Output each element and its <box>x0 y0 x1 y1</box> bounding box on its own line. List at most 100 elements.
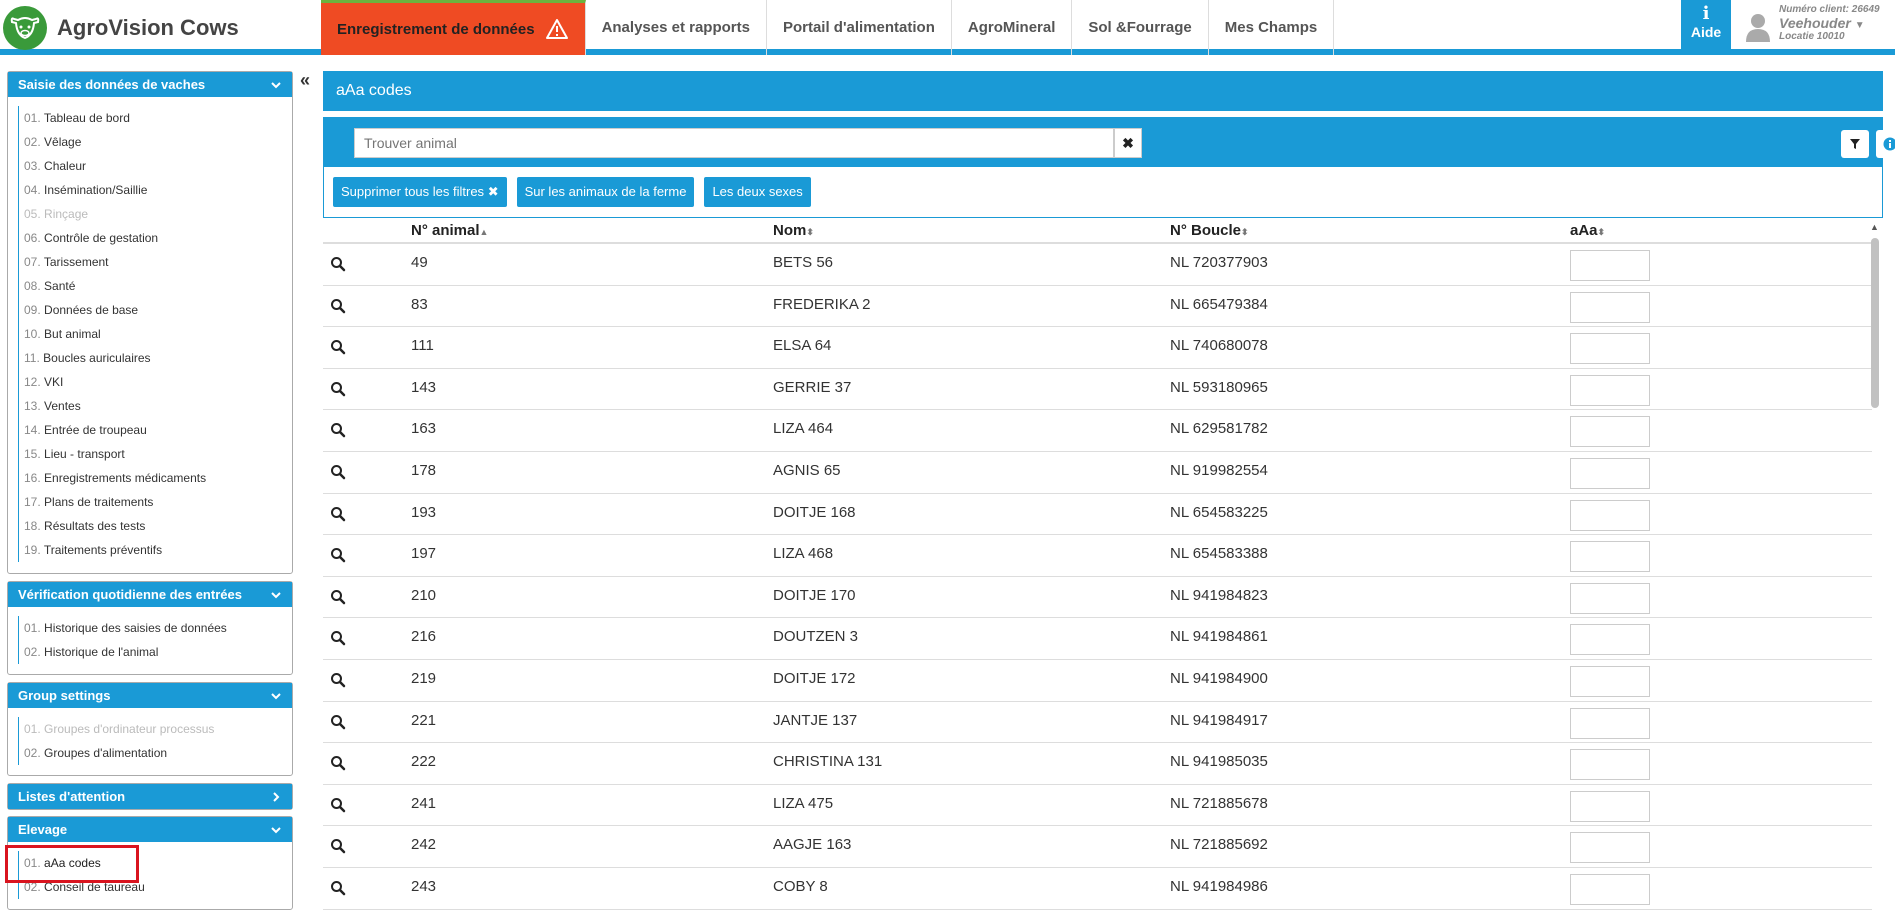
panel-header[interactable]: Elevage <box>8 817 292 842</box>
app-logo[interactable]: AgroVision Cows <box>0 0 239 55</box>
nav-item-feeding-portal[interactable]: Portail d'alimentation <box>767 0 952 55</box>
cell-animal-number: 143 <box>411 378 437 396</box>
panel-header[interactable]: Listes d'attention <box>8 784 292 809</box>
aaa-input[interactable] <box>1570 749 1650 781</box>
table-scrollbar[interactable]: ▲ <box>1868 220 1880 910</box>
magnifier-icon[interactable] <box>330 506 346 522</box>
magnifier-icon[interactable] <box>330 547 346 563</box>
user-menu[interactable]: Numéro client: 26649 Veehouder ▼ Locatie… <box>1745 4 1880 42</box>
sidebar-item[interactable]: 19. Traitements préventifs <box>24 538 292 562</box>
sidebar-item-number: 03. <box>24 159 41 173</box>
sidebar-item[interactable]: 01. Tableau de bord <box>24 106 292 130</box>
cell-tag-number: NL 941984986 <box>1170 877 1268 895</box>
scroll-thumb[interactable] <box>1871 238 1879 408</box>
panel-header[interactable]: Group settings <box>8 683 292 708</box>
table-row: 243 COBY 8 NL 941984986 <box>323 868 1872 910</box>
both-sexes-filter-button[interactable]: Les deux sexes <box>704 177 811 207</box>
cell-name: FREDERIKA 2 <box>773 295 871 313</box>
column-label: Nom <box>773 222 807 239</box>
sidebar-item[interactable]: 13. Ventes <box>24 394 292 418</box>
column-header-animal-number[interactable]: N° animal▲ <box>411 222 488 239</box>
panel-header[interactable]: Vérification quotidienne des entrées <box>8 582 292 607</box>
magnifier-icon[interactable] <box>330 298 346 314</box>
magnifier-icon[interactable] <box>330 464 346 480</box>
aaa-input[interactable] <box>1570 250 1650 281</box>
info-button[interactable] <box>1876 130 1895 158</box>
column-label: aAa <box>1570 222 1598 239</box>
column-header-tag-number[interactable]: N° Boucle⬍ <box>1170 222 1249 239</box>
search-input[interactable] <box>354 128 1114 158</box>
aaa-input[interactable] <box>1570 582 1650 614</box>
nav-item-agromineral[interactable]: AgroMineral <box>952 0 1073 55</box>
aaa-input[interactable] <box>1570 624 1650 656</box>
sidebar-item[interactable]: 01. Historique des saisies de données <box>24 616 292 640</box>
clear-filters-button[interactable]: Supprimer tous les filtres ✖ <box>333 177 507 207</box>
cell-tag-number: NL 941984861 <box>1170 628 1268 646</box>
panel-header[interactable]: Saisie des données de vaches <box>8 72 292 97</box>
aaa-input[interactable] <box>1570 873 1650 905</box>
sidebar-item[interactable]: 07. Tarissement <box>24 250 292 274</box>
caret-down-icon: ▼ <box>1854 20 1865 31</box>
aaa-input[interactable] <box>1570 790 1650 822</box>
sidebar-item[interactable]: 12. VKI <box>24 370 292 394</box>
sidebar-item[interactable]: 02. Groupes d'alimentation <box>24 741 292 765</box>
magnifier-icon[interactable] <box>330 797 346 813</box>
nav-item-analyses[interactable]: Analyses et rapports <box>586 0 767 55</box>
nav-item-soil-forage[interactable]: Sol &Fourrage <box>1072 0 1209 55</box>
magnifier-icon[interactable] <box>330 339 346 355</box>
sidebar-item[interactable]: 10. But animal <box>24 322 292 346</box>
aaa-input[interactable] <box>1570 499 1650 531</box>
cell-tag-number: NL 654583225 <box>1170 503 1268 521</box>
aaa-input[interactable] <box>1570 541 1650 573</box>
sidebar-item[interactable]: 02. Historique de l'animal <box>24 640 292 664</box>
sidebar-item[interactable]: 02. Vêlage <box>24 130 292 154</box>
magnifier-icon[interactable] <box>330 589 346 605</box>
magnifier-icon[interactable] <box>330 630 346 646</box>
aaa-input[interactable] <box>1570 457 1650 489</box>
close-icon: ✖ <box>487 184 499 199</box>
magnifier-icon[interactable] <box>330 381 346 397</box>
column-header-name[interactable]: Nom⬍ <box>773 222 814 239</box>
aaa-input[interactable] <box>1570 832 1650 864</box>
magnifier-icon[interactable] <box>330 755 346 771</box>
scroll-up-icon[interactable]: ▲ <box>1870 222 1879 232</box>
aaa-input[interactable] <box>1570 333 1650 365</box>
magnifier-icon[interactable] <box>330 838 346 854</box>
sidebar-item[interactable]: 11. Boucles auriculaires <box>24 346 292 370</box>
cell-name: LIZA 464 <box>773 420 834 438</box>
sidebar-item[interactable]: 14. Entrée de troupeau <box>24 418 292 442</box>
nav-item-data-entry[interactable]: Enregistrement de données <box>321 0 586 55</box>
sidebar-item[interactable]: 06. Contrôle de gestation <box>24 226 292 250</box>
magnifier-icon[interactable] <box>330 256 346 272</box>
aaa-input[interactable] <box>1570 374 1650 406</box>
aaa-input[interactable] <box>1570 291 1650 323</box>
sidebar-item[interactable]: 17. Plans de traitements <box>24 490 292 514</box>
aaa-input[interactable] <box>1570 416 1650 448</box>
user-avatar-icon <box>1746 14 1770 42</box>
aaa-input[interactable] <box>1570 665 1650 697</box>
sidebar-item[interactable]: 16. Enregistrements médicaments <box>24 466 292 490</box>
sidebar-item[interactable]: 18. Résultats des tests <box>24 514 292 538</box>
magnifier-icon[interactable] <box>330 714 346 730</box>
sidebar-item-label: Lieu - transport <box>44 447 125 461</box>
magnifier-icon[interactable] <box>330 672 346 688</box>
help-button[interactable]: i Aide <box>1681 0 1731 55</box>
aaa-input[interactable] <box>1570 707 1650 739</box>
cell-name: DOITJE 172 <box>773 669 856 687</box>
clear-search-icon[interactable]: ✖ <box>1114 128 1142 158</box>
sidebar-item[interactable]: 03. Chaleur <box>24 154 292 178</box>
magnifier-icon[interactable] <box>330 422 346 438</box>
sidebar-item-number: 01. <box>24 111 41 125</box>
collapse-sidebar-icon[interactable]: « <box>300 70 310 91</box>
cell-name: CHRISTINA 131 <box>773 753 883 771</box>
farm-animals-filter-button[interactable]: Sur les animaux de la ferme <box>516 177 695 207</box>
filter-button[interactable] <box>1841 130 1869 158</box>
nav-item-my-fields[interactable]: Mes Champs <box>1209 0 1335 55</box>
sidebar-item[interactable]: 15. Lieu - transport <box>24 442 292 466</box>
sidebar-item[interactable]: 08. Santé <box>24 274 292 298</box>
sidebar-item[interactable]: 09. Données de base <box>24 298 292 322</box>
table-body: 49 BETS 56 NL 720377903 83 FREDERIKA 2 N… <box>323 244 1872 910</box>
sidebar-item[interactable]: 04. Insémination/Saillie <box>24 178 292 202</box>
magnifier-icon[interactable] <box>330 880 346 896</box>
column-header-aaa[interactable]: aAa⬍ <box>1570 222 1605 239</box>
